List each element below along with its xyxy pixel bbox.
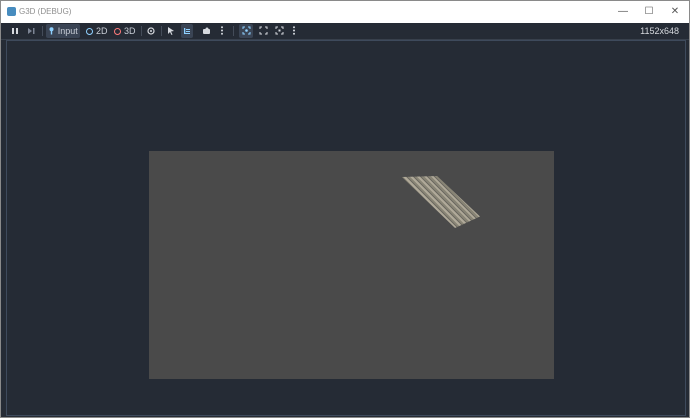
camera-icon — [202, 27, 210, 34]
title-bar[interactable]: G3D (DEBUG) — ☐ ✕ — [1, 1, 689, 23]
mode-2d-label: 2D — [96, 26, 108, 36]
select-button[interactable] — [165, 24, 177, 38]
expand-icon — [259, 26, 267, 35]
mode-3d-button[interactable]: 3D — [113, 24, 137, 38]
list-select-icon — [184, 28, 190, 34]
pause-button[interactable] — [9, 24, 21, 38]
close-button[interactable]: ✕ — [663, 1, 687, 23]
game-viewport[interactable] — [6, 40, 686, 416]
maximize-button[interactable]: ☐ — [637, 1, 661, 23]
more-options-button[interactable] — [217, 24, 227, 38]
circle-2d-icon — [86, 28, 94, 35]
resolution-label: 1152x648 — [640, 26, 679, 36]
toolbar-separator — [233, 26, 234, 36]
visibility-button[interactable] — [145, 24, 157, 38]
view-more-button[interactable] — [289, 24, 299, 38]
godot-app-icon — [7, 7, 16, 16]
vertical-dots-icon — [293, 26, 295, 35]
pause-icon — [12, 28, 18, 34]
toolbar-separator — [42, 26, 43, 36]
mode-3d-label: 3D — [124, 26, 136, 36]
step-frame-button[interactable] — [25, 24, 37, 38]
circle-3d-icon — [114, 28, 122, 35]
vertical-dots-icon — [221, 26, 223, 35]
minimize-button[interactable]: — — [611, 1, 635, 23]
eye-icon — [147, 27, 155, 35]
fit-icon — [275, 26, 283, 35]
debug-toolbar: Input 2D 3D 1152x648 — [1, 23, 689, 40]
mode-2d-button[interactable]: 2D — [85, 24, 109, 38]
input-label: Input — [57, 26, 78, 36]
step-icon — [28, 28, 35, 34]
cursor-icon — [168, 27, 174, 35]
camera-override-button[interactable] — [199, 24, 213, 38]
input-toggle-button[interactable]: Input — [46, 24, 80, 38]
focus-button[interactable] — [239, 24, 253, 38]
toolbar-separator — [161, 26, 162, 36]
list-select-button[interactable] — [181, 24, 193, 38]
joystick-icon — [49, 27, 54, 35]
game-window: G3D (DEBUG) — ☐ ✕ Input 2D 3D 1152x648 — [0, 0, 690, 418]
toolbar-separator — [141, 26, 142, 36]
terrain-mesh — [402, 176, 480, 228]
game-canvas[interactable] — [149, 151, 554, 379]
fullscreen-button[interactable] — [257, 24, 269, 38]
focus-icon — [242, 26, 250, 35]
window-title: G3D (DEBUG) — [19, 7, 72, 16]
fit-view-button[interactable] — [273, 24, 285, 38]
